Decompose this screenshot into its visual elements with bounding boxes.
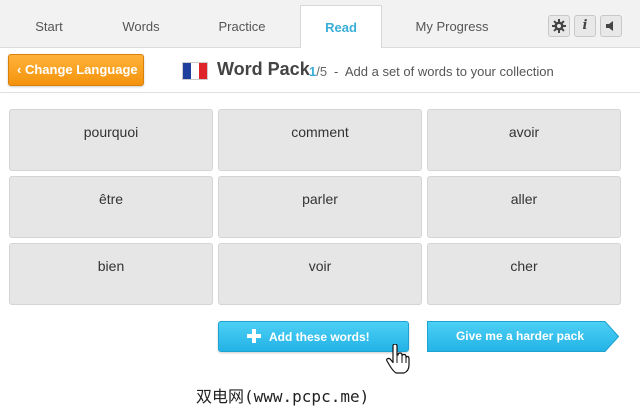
tab-start[interactable]: Start: [14, 0, 84, 48]
france-flag-icon: [182, 62, 208, 80]
add-words-button[interactable]: Add these words!: [218, 321, 409, 352]
pack-title: Word Pack: [217, 59, 310, 79]
sound-icon: [606, 21, 613, 31]
pack-counter: 1/5: [309, 64, 327, 79]
info-icon: i: [582, 18, 588, 33]
info-button[interactable]: i: [574, 15, 596, 37]
word-tile[interactable]: comment: [218, 109, 422, 171]
word-tile[interactable]: parler: [218, 176, 422, 238]
watermark: 双电网(www.pcpc.me): [196, 387, 370, 406]
word-tile[interactable]: pourquoi: [9, 109, 213, 171]
top-navigation: Start Words Practice Read My Progress i: [0, 0, 640, 49]
pack-total: /5: [316, 64, 328, 79]
sound-button[interactable]: [600, 15, 622, 37]
word-tile[interactable]: cher: [427, 243, 621, 305]
tab-words[interactable]: Words: [106, 0, 176, 48]
settings-button[interactable]: [548, 15, 570, 37]
word-tile[interactable]: avoir: [427, 109, 621, 171]
tab-practice[interactable]: Practice: [200, 0, 284, 48]
harder-pack-label: Give me a harder pack: [455, 329, 585, 343]
description-text: Add a set of words to your collection: [344, 64, 554, 79]
gear-icon: [552, 19, 566, 33]
tab-my-progress[interactable]: My Progress: [402, 0, 502, 48]
tab-read[interactable]: Read: [300, 5, 382, 49]
pack-description: - Add a set of words to your collection: [334, 64, 554, 79]
harder-pack-button[interactable]: Give me a harder pack: [427, 321, 619, 352]
add-words-label: Add these words!: [269, 330, 370, 344]
separator: -: [334, 64, 339, 79]
word-tile[interactable]: voir: [218, 243, 422, 305]
word-tile[interactable]: être: [9, 176, 213, 238]
hand-cursor-icon: [386, 344, 410, 374]
change-language-button[interactable]: ‹ Change Language: [8, 54, 144, 86]
plus-icon: [247, 329, 261, 343]
word-tile[interactable]: aller: [427, 176, 621, 238]
word-tile[interactable]: bien: [9, 243, 213, 305]
